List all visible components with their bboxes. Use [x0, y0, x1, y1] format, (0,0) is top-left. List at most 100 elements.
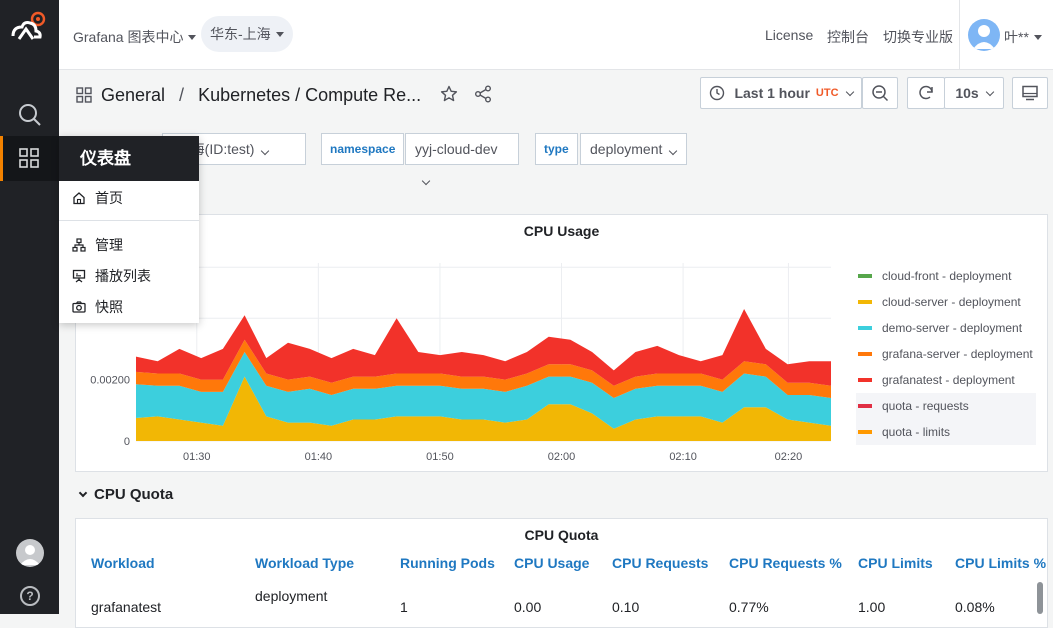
menu-item-snapshots[interactable]: 快照 [59, 291, 199, 322]
dashboard-title[interactable]: Kubernetes / Compute Re... [198, 85, 421, 106]
legend-item[interactable]: cloud-server - deployment [856, 289, 1036, 315]
panel-title[interactable]: CPU Quota [76, 527, 1047, 543]
column-header-workload[interactable]: Workload [91, 555, 155, 571]
monitor-icon [1022, 85, 1038, 101]
refresh-interval-label: 10s [955, 85, 979, 101]
cell-cpu-usage: 0.00 [514, 599, 542, 615]
namespace-variable-value: yyj-cloud-dev [415, 141, 498, 157]
type-variable-label: type [535, 133, 578, 165]
panel-title[interactable]: CPU Usage [76, 223, 1047, 239]
dashboard-grid-icon [76, 87, 92, 103]
legend-swatch [858, 404, 872, 408]
type-variable-value: deployment [590, 141, 663, 157]
type-variable-select[interactable]: deployment [580, 133, 687, 165]
column-header-running-pods[interactable]: Running Pods [400, 555, 495, 571]
cpu-usage-panel: CPU Usage 00.002000.0040001:3001:4001:50… [75, 214, 1048, 472]
region-selector[interactable]: 华东-上海 [201, 16, 293, 52]
x-tick-label: 02:20 [775, 451, 803, 463]
column-header-cpu-limits-pct[interactable]: CPU Limits % [955, 555, 1046, 571]
refresh-button[interactable] [907, 77, 945, 109]
legend-item[interactable]: grafana-server - deployment [856, 341, 1036, 367]
column-header-cpu-requests[interactable]: CPU Requests [612, 555, 708, 571]
switch-pro-link[interactable]: 切换专业版 [883, 27, 953, 47]
menu-item-manage[interactable]: 管理 [59, 229, 199, 260]
avatar-icon[interactable] [968, 19, 1000, 51]
chevron-down-icon [985, 87, 994, 96]
x-tick-label: 02:00 [548, 451, 576, 463]
cell-cpu-requests-pct: 0.77% [729, 599, 769, 615]
legend-swatch [858, 352, 872, 356]
legend-label: cloud-server - deployment [882, 295, 1021, 309]
x-tick-label: 01:50 [426, 451, 454, 463]
search-icon[interactable] [17, 102, 43, 128]
legend-label: grafana-server - deployment [882, 347, 1033, 361]
sitemap-icon [72, 237, 86, 252]
legend-item[interactable]: quota - limits [856, 419, 1036, 445]
legend-swatch [858, 274, 872, 278]
legend-label: cloud-front - deployment [882, 269, 1012, 283]
menu-header[interactable]: 仪表盘 [59, 136, 199, 181]
menu-item-label: 首页 [95, 189, 123, 206]
cell-workload-type: deployment [255, 588, 328, 604]
row-header-cpu-quota[interactable]: CPU Quota [78, 486, 173, 503]
x-tick-label: 01:40 [305, 451, 333, 463]
legend-item[interactable]: grafanatest - deployment [856, 367, 1036, 393]
cell-cpu-limits-pct: 0.08% [955, 599, 995, 615]
legend-item[interactable]: demo-server - deployment [856, 315, 1036, 341]
legend-item[interactable]: cloud-front - deployment [856, 263, 1036, 289]
menu-item-label: 快照 [95, 298, 123, 315]
cell-cpu-requests: 0.10 [612, 599, 640, 615]
legend-label: grafanatest - deployment [882, 373, 1015, 387]
presentation-icon [72, 269, 86, 282]
breadcrumb-separator: / [179, 84, 185, 105]
star-icon[interactable] [440, 85, 458, 108]
scrollbar[interactable] [1037, 582, 1043, 614]
license-link[interactable]: License [765, 27, 813, 43]
chevron-down-icon [261, 146, 270, 156]
region-label: 华东-上海 [210, 26, 271, 42]
column-header-cpu-usage[interactable]: CPU Usage [514, 555, 589, 571]
cell-cpu-limits: 1.00 [858, 599, 886, 615]
x-tick-label: 02:10 [669, 451, 697, 463]
column-header-workload-type[interactable]: Workload Type [255, 555, 354, 571]
y-tick-label: 0 [124, 436, 130, 448]
brand-dropdown[interactable]: Grafana 图表中心 [73, 27, 197, 47]
user-menu[interactable]: 叶** [1004, 27, 1042, 47]
column-header-cpu-limits[interactable]: CPU Limits [858, 555, 933, 571]
legend-item[interactable]: quota - requests [856, 393, 1036, 419]
help-icon[interactable]: ? [20, 586, 40, 606]
console-link[interactable]: 控制台 [827, 27, 869, 47]
caret-down-icon [1033, 34, 1042, 40]
refresh-interval-picker[interactable]: 10s [944, 77, 1004, 109]
brand-label: Grafana 图表中心 [73, 29, 184, 45]
menu-item-label: 播放列表 [95, 267, 151, 284]
chevron-down-icon [421, 176, 431, 186]
timezone-badge: UTC [815, 87, 839, 99]
breadcrumb: General / Kubernetes / Compute Re... [76, 83, 421, 107]
zoom-out-button[interactable] [862, 77, 898, 109]
time-range-picker[interactable]: Last 1 hour UTC [700, 77, 862, 109]
namespace-variable-select[interactable]: yyj-cloud-dev [405, 133, 519, 186]
chevron-down-icon [669, 146, 678, 156]
tv-mode-button[interactable] [1012, 77, 1048, 109]
dashboards-nav-item[interactable] [0, 136, 59, 181]
divider [959, 0, 960, 70]
folder-link[interactable]: General [101, 85, 165, 106]
share-icon[interactable] [474, 85, 492, 108]
legend-label: quota - requests [882, 399, 969, 413]
legend-swatch [858, 326, 872, 330]
user-avatar-icon[interactable] [16, 539, 44, 567]
caret-down-icon [188, 34, 197, 40]
grafana-logo-icon[interactable] [7, 10, 47, 46]
legend-swatch [858, 430, 872, 434]
chevron-down-icon [845, 87, 854, 96]
legend-label: demo-server - deployment [882, 321, 1023, 335]
menu-item-playlists[interactable]: 播放列表 [59, 260, 199, 291]
menu-item-home[interactable]: 首页 [59, 182, 199, 213]
column-header-cpu-requests-pct[interactable]: CPU Requests % [729, 555, 842, 571]
side-menu: ? [0, 0, 59, 614]
clock-icon [710, 85, 725, 101]
top-bar: Grafana 图表中心 华东-上海 License 控制台 切换专业版 叶** [59, 0, 1053, 70]
dashboards-menu: 仪表盘 首页 管理 播放列表 快照 [59, 136, 199, 323]
cell-workload[interactable]: grafanatest [91, 599, 161, 615]
